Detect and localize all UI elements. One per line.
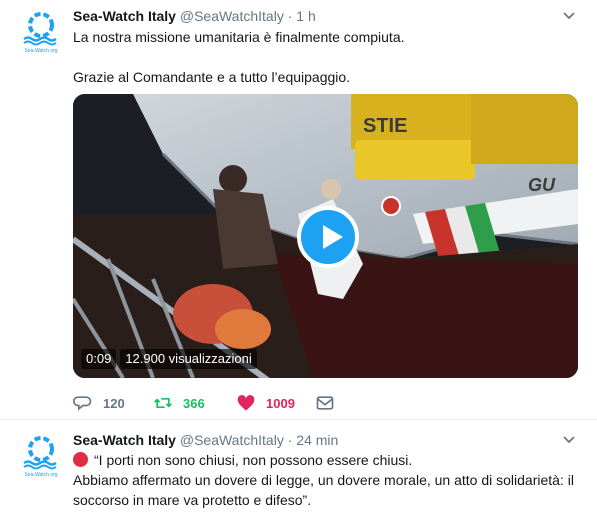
sea-watch-logo-icon: Sea-Watch.org <box>23 436 58 478</box>
tweet-line: Grazie al Comandante e a tutto l’equipag… <box>73 69 351 85</box>
chevron-down-icon[interactable] <box>561 432 577 448</box>
tweet-text: La nostra missione umanitaria è finalmen… <box>73 27 583 87</box>
author-name[interactable]: Sea-Watch Italy <box>73 8 176 24</box>
tweet-line: soccorso in mare va protetto e difeso”. <box>73 492 312 508</box>
video-player[interactable]: STIE GU 0:09 12.900 visualizzazioni <box>73 94 578 378</box>
retweet-button[interactable]: 366 <box>153 391 205 415</box>
direct-message-button[interactable] <box>315 391 335 415</box>
video-duration: 0:09 <box>81 349 117 369</box>
timestamp[interactable]: 1 h <box>296 8 315 24</box>
reply-button[interactable]: 120 <box>73 391 125 415</box>
author-name[interactable]: Sea-Watch Italy <box>73 432 176 448</box>
tweet-line <box>73 47 583 67</box>
svg-text:Sea-Watch.org: Sea-Watch.org <box>24 472 57 478</box>
retweet-icon <box>154 398 172 408</box>
reply-icon <box>73 396 92 411</box>
svg-text:Sea-Watch.org: Sea-Watch.org <box>24 48 57 54</box>
tweet[interactable]: Sea-Watch.org Sea-Watch Italy @SeaWatchI… <box>0 0 597 420</box>
avatar[interactable]: Sea-Watch.org <box>18 8 64 54</box>
author-handle[interactable]: @SeaWatchItaly <box>180 8 284 24</box>
avatar[interactable]: Sea-Watch.org <box>18 432 64 478</box>
reply-count: 120 <box>103 395 125 411</box>
chevron-down-icon[interactable] <box>561 8 577 24</box>
mail-icon <box>316 396 334 410</box>
heart-icon <box>237 395 255 411</box>
tweet-header: Sea-Watch Italy @SeaWatchItaly · 1 h <box>73 6 316 26</box>
tweet-line: Abbiamo affermato un dovere di legge, un… <box>73 472 574 488</box>
red-circle-icon <box>73 452 88 467</box>
timestamp[interactable]: 24 min <box>296 432 338 448</box>
author-handle[interactable]: @SeaWatchItaly <box>180 432 284 448</box>
tweet-text: “I porti non sono chiusi, non possono es… <box>73 450 588 510</box>
sea-watch-logo-icon: Sea-Watch.org <box>23 12 58 54</box>
separator: · <box>287 8 293 24</box>
svg-text:GU: GU <box>528 175 556 195</box>
video-view-count: 12.900 visualizzazioni <box>120 349 257 369</box>
separator: · <box>287 432 293 448</box>
video-badges: 0:09 12.900 visualizzazioni <box>81 349 257 369</box>
tweet-line: La nostra missione umanitaria è finalmen… <box>73 29 405 45</box>
tweet-header: Sea-Watch Italy @SeaWatchItaly · 24 min <box>73 430 338 450</box>
tweet-actions: 120 366 1009 <box>73 391 373 415</box>
tweet-line: “I porti non sono chiusi, non possono es… <box>73 450 588 470</box>
svg-text:STIE: STIE <box>363 115 407 137</box>
play-button[interactable] <box>297 206 359 268</box>
like-count: 1009 <box>266 395 295 411</box>
like-button[interactable]: 1009 <box>236 391 295 415</box>
retweet-count: 366 <box>183 395 205 411</box>
